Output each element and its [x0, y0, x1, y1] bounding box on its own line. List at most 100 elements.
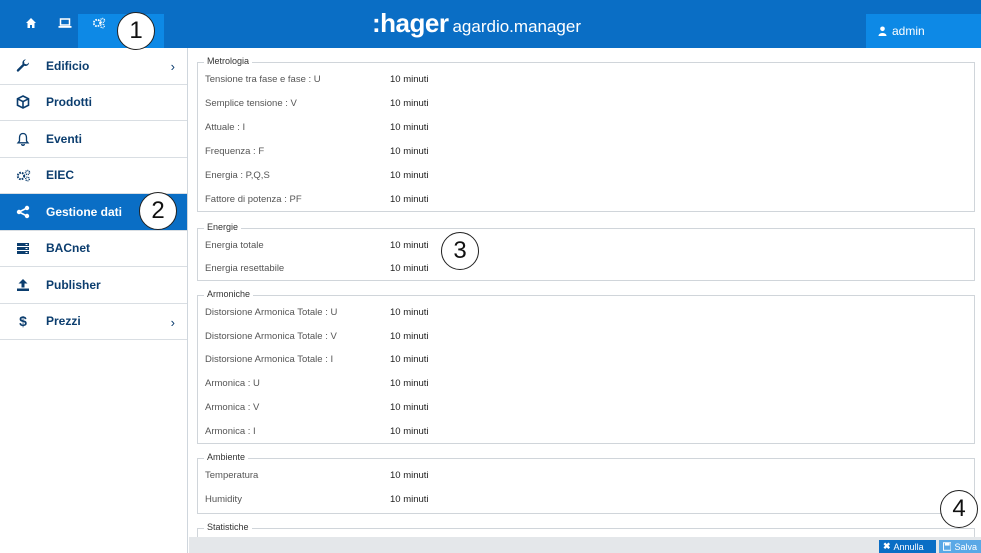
home-button[interactable]	[17, 9, 45, 37]
section-legend: Metrologia	[204, 56, 253, 66]
row-value[interactable]: 10 minuti	[390, 402, 429, 413]
sidebar-item-publisher[interactable]: Publisher	[0, 267, 187, 304]
sidebar-item-label: BACnet	[46, 241, 90, 256]
bell-icon	[14, 130, 32, 148]
server-icon	[14, 239, 32, 257]
user-menu[interactable]: admin	[866, 14, 981, 48]
row-label: Tensione tra fase e fase : U	[205, 74, 321, 85]
brand-mark: :hager	[372, 8, 449, 38]
list-item[interactable]: Frequenza : F 10 minuti	[205, 146, 429, 157]
section-legend: Armoniche	[204, 289, 254, 299]
callout-number: 4	[952, 495, 966, 522]
list-item[interactable]: Fattore di potenza : PF 10 minuti	[205, 194, 429, 205]
section-ambiente: Ambiente Temperatura 10 minuti Humidity 10…	[197, 452, 975, 514]
callout-2: 2	[139, 192, 177, 230]
brand-logo: :hager agardio.manager	[372, 8, 581, 39]
laptop-icon	[58, 18, 72, 28]
chevron-right-icon: ›	[170, 59, 175, 74]
gears-icon	[14, 166, 32, 184]
section-legend: Energie	[204, 222, 242, 232]
list-item[interactable]: Armonica : U 10 minuti	[205, 378, 429, 389]
row-value[interactable]: 10 minuti	[390, 74, 429, 85]
row-value[interactable]: 10 minuti	[390, 194, 429, 205]
box-icon	[14, 93, 32, 111]
sidebar-item-prodotti[interactable]: Prodotti	[0, 85, 187, 121]
callout-1: 1	[117, 12, 155, 50]
sidebar-item-bacnet[interactable]: BACnet	[0, 231, 187, 267]
list-item[interactable]: Energia totale 10 minuti	[205, 240, 429, 251]
wrench-icon	[14, 57, 32, 75]
row-value[interactable]: 10 minuti	[390, 263, 429, 274]
sidebar-item-edificio[interactable]: Edificio ›	[0, 48, 187, 85]
sidebar-item-label: Prezzi	[46, 314, 81, 329]
list-item[interactable]: Distorsione Armonica Totale : U 10 minuti	[205, 307, 429, 318]
user-icon	[878, 26, 887, 36]
list-item[interactable]: Tensione tra fase e fase : U 10 minuti	[205, 74, 429, 85]
row-value[interactable]: 10 minuti	[390, 470, 429, 481]
sidebar-item-label: Eventi	[46, 131, 83, 146]
section-metrologia: Metrologia Tensione tra fase e fase : U 1…	[197, 56, 975, 212]
close-icon: ✖	[883, 541, 891, 551]
row-label: Distorsione Armonica Totale : V	[205, 331, 337, 342]
gears-icon	[92, 17, 106, 29]
action-bar: ✖ Annulla Salva	[189, 537, 981, 553]
row-label: Humidity	[205, 494, 242, 505]
row-value[interactable]: 10 minuti	[390, 426, 429, 437]
row-label: Attuale : I	[205, 122, 246, 133]
save-button[interactable]: Salva	[939, 540, 981, 553]
row-value[interactable]: 10 minuti	[390, 170, 429, 181]
callout-number: 1	[129, 17, 143, 44]
section-legend: Ambiente	[204, 452, 249, 462]
settings-button[interactable]	[85, 9, 113, 37]
row-label: Temperatura	[205, 470, 259, 481]
list-item[interactable]: Attuale : I 10 minuti	[205, 122, 429, 133]
sidebar-item-eventi[interactable]: Eventi	[0, 121, 187, 158]
row-label: Semplice tensione : V	[205, 98, 297, 109]
section-armoniche: Armoniche Distorsione Armonica Totale : …	[197, 289, 975, 444]
dollar-icon: $	[19, 313, 27, 330]
section-legend: Statistiche	[204, 522, 252, 532]
sidebar: Edificio › Prodotti Eventi EIEC Gestione…	[0, 48, 188, 553]
cancel-button[interactable]: ✖ Annulla	[879, 540, 936, 553]
row-label: Energia totale	[205, 240, 264, 251]
save-label: Salva	[954, 541, 977, 552]
row-label: Distorsione Armonica Totale : I	[205, 354, 334, 365]
sidebar-item-label: Publisher	[46, 277, 101, 292]
row-value[interactable]: 10 minuti	[390, 122, 429, 133]
list-item[interactable]: Armonica : I 10 minuti	[205, 426, 429, 437]
row-label: Armonica : I	[205, 426, 256, 437]
list-item[interactable]: Distorsione Armonica Totale : V 10 minuti	[205, 331, 429, 342]
row-value[interactable]: 10 minuti	[390, 146, 429, 157]
list-item[interactable]: Distorsione Armonica Totale : I 10 minuti	[205, 354, 429, 365]
data-management-panel: Metrologia Tensione tra fase e fase : U 1…	[189, 48, 981, 553]
callout-3: 3	[441, 232, 479, 270]
row-value[interactable]: 10 minuti	[390, 494, 429, 505]
list-item[interactable]: Humidity 10 minuti	[205, 494, 429, 505]
row-value[interactable]: 10 minuti	[390, 378, 429, 389]
row-value[interactable]: 10 minuti	[390, 307, 429, 318]
row-label: Fattore di potenza : PF	[205, 194, 302, 205]
row-label: Energia resettabile	[205, 263, 285, 274]
row-value[interactable]: 10 minuti	[390, 331, 429, 342]
callout-4: 4	[940, 490, 978, 528]
sidebar-item-eiec[interactable]: EIEC	[0, 158, 187, 194]
sidebar-item-label: EIEC	[46, 168, 75, 183]
sidebar-item-label: Prodotti	[46, 95, 92, 110]
list-item[interactable]: Energia : P,Q,S 10 minuti	[205, 170, 429, 181]
upload-icon	[14, 276, 32, 294]
row-value[interactable]: 10 minuti	[390, 98, 429, 109]
chevron-right-icon: ›	[170, 314, 175, 330]
sidebar-item-prezzi[interactable]: $ Prezzi ›	[0, 304, 187, 340]
row-value[interactable]: 10 minuti	[390, 354, 429, 365]
sidebar-item-label: Gestione dati	[46, 204, 123, 219]
list-item[interactable]: Semplice tensione : V 10 minuti	[205, 98, 429, 109]
section-energie: Energie Energia totale 10 minuti Energia …	[197, 222, 975, 281]
list-item[interactable]: Armonica : V 10 minuti	[205, 402, 429, 413]
row-label: Energia : P,Q,S	[205, 170, 270, 181]
row-label: Distorsione Armonica Totale : U	[205, 307, 338, 318]
sidebar-item-label: Edificio	[46, 58, 90, 73]
list-item[interactable]: Energia resettabile 10 minuti	[205, 263, 429, 274]
devices-button[interactable]	[51, 9, 79, 37]
row-value[interactable]: 10 minuti	[390, 240, 429, 251]
list-item[interactable]: Temperatura 10 minuti	[205, 470, 429, 481]
